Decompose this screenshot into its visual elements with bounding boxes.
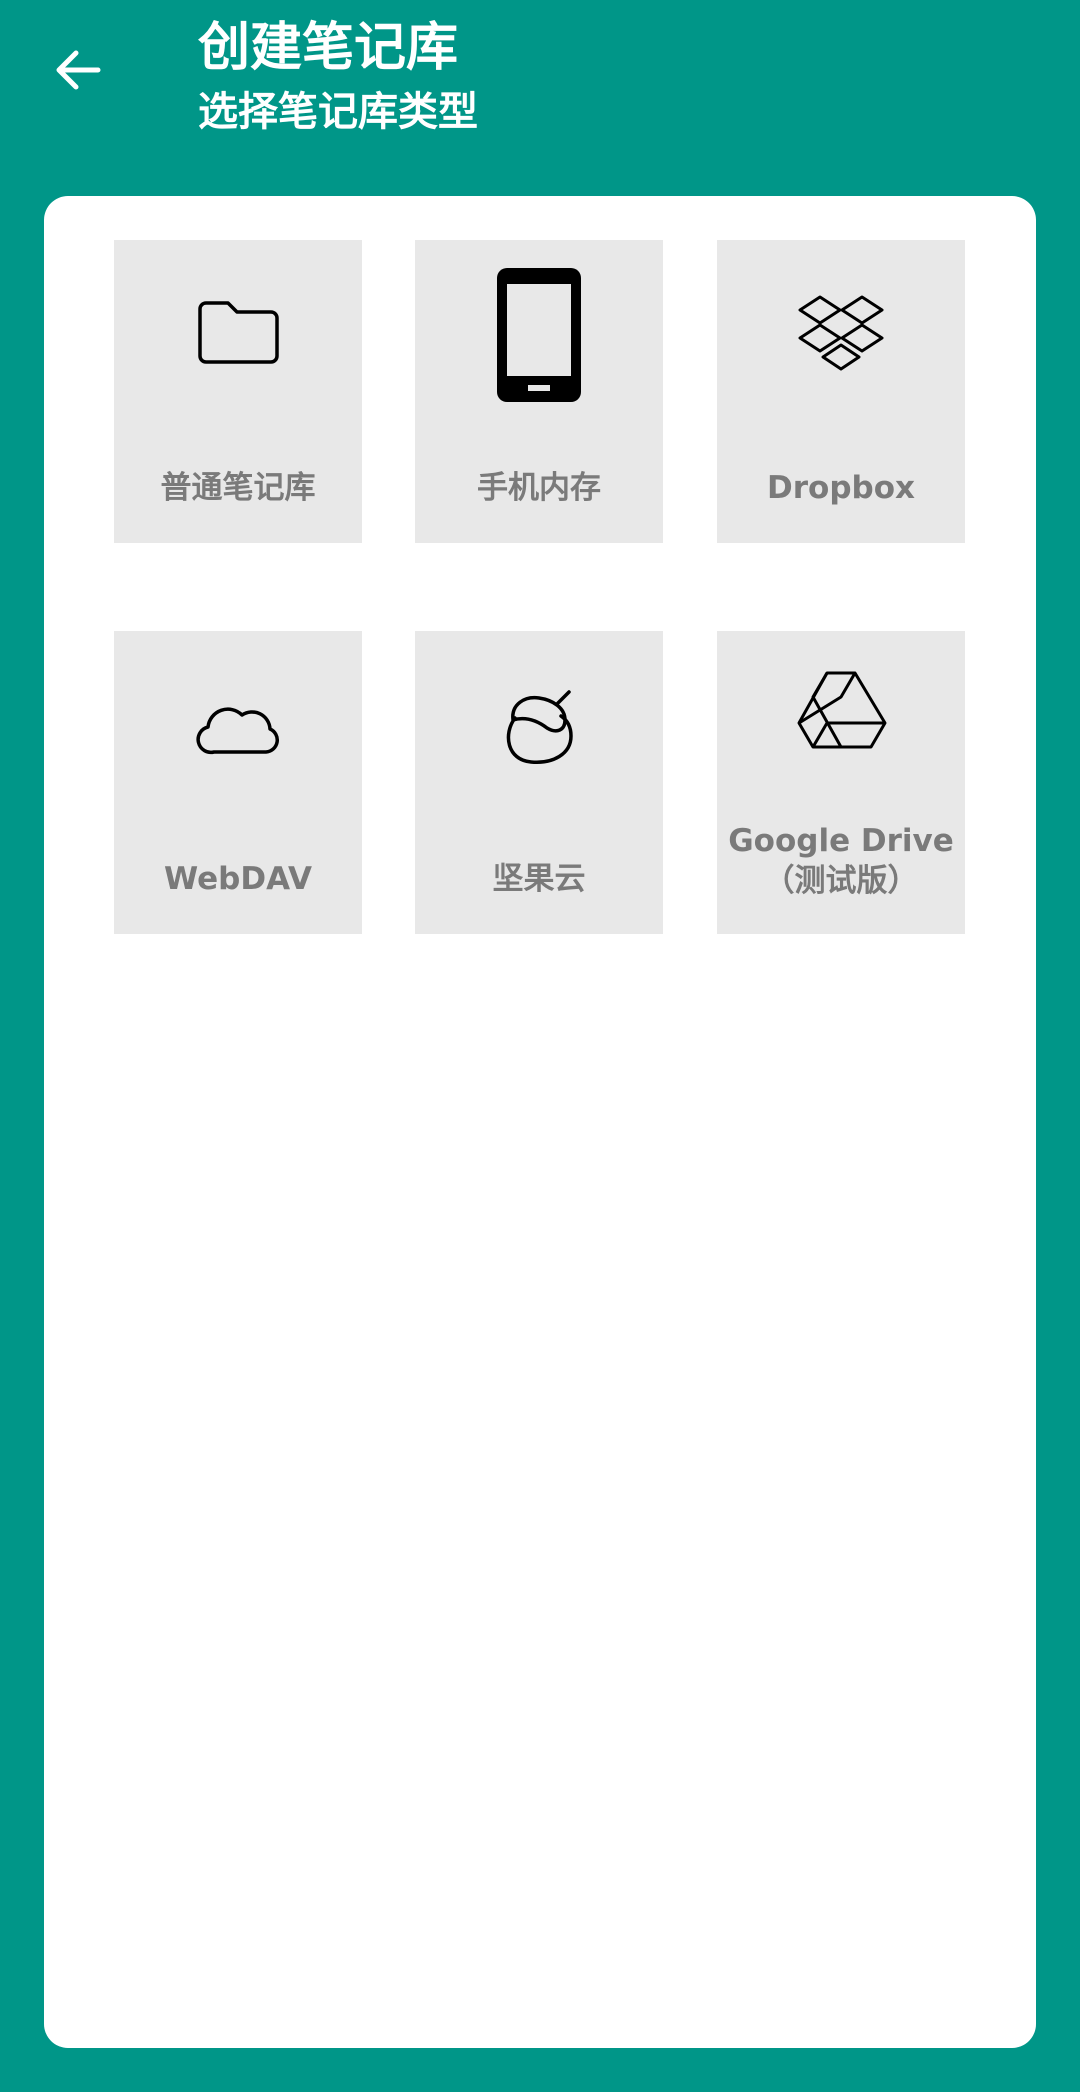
- back-button[interactable]: [40, 32, 116, 108]
- option-label-line1: Google Drive: [728, 823, 954, 859]
- option-google-drive[interactable]: Google Drive （测试版）: [717, 631, 965, 934]
- cloud-icon: [196, 707, 279, 755]
- page-subtitle: 选择笔记库类型: [198, 89, 478, 135]
- option-phone-storage[interactable]: 手机内存: [415, 240, 663, 543]
- google-drive-icon: [797, 671, 887, 749]
- option-label-line2: （测试版）: [763, 863, 919, 899]
- option-label: 普通笔记库: [160, 470, 316, 506]
- option-label: 手机内存: [477, 470, 601, 506]
- option-normal-library[interactable]: 普通笔记库: [114, 240, 362, 543]
- option-label: 坚果云: [492, 861, 586, 897]
- smartphone-icon: [497, 268, 581, 402]
- option-jianguoyun[interactable]: 坚果云: [415, 631, 663, 934]
- option-webdav[interactable]: WebDAV: [114, 631, 362, 934]
- page-title: 创建笔记库: [198, 18, 459, 78]
- option-dropbox[interactable]: Dropbox: [717, 240, 965, 543]
- nut-icon: [506, 690, 573, 764]
- option-label: Dropbox: [767, 470, 915, 506]
- arrow-left-icon: [56, 50, 101, 90]
- folder-icon: [198, 301, 279, 364]
- option-label: Google Drive （测试版）: [717, 821, 965, 901]
- app-header: 创建笔记库 选择笔记库类型: [0, 0, 1080, 196]
- option-label: WebDAV: [164, 861, 312, 897]
- dropbox-icon: [798, 295, 884, 371]
- library-type-card: 普通笔记库 手机内存 Dropbox WebDAV 坚果云 Google Dri…: [44, 196, 1036, 2048]
